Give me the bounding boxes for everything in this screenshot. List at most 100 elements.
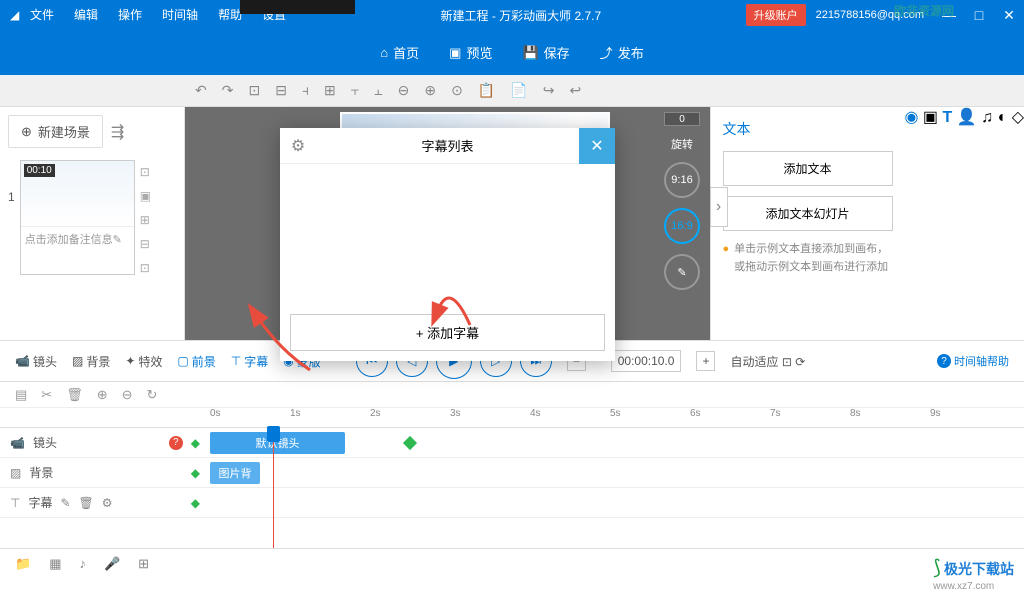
autofit-label[interactable]: 自动适应 ⊡ ⟳ <box>730 353 805 370</box>
menu-timeline[interactable]: 时间轴 <box>152 0 208 30</box>
footer-icon[interactable]: 🎤 <box>104 556 120 572</box>
gear-icon[interactable]: ⚙ <box>280 136 316 156</box>
close-button[interactable]: ✕ <box>994 0 1024 30</box>
ratio-169[interactable]: 16:9 <box>664 208 700 244</box>
tl-icon[interactable]: ⊕ <box>97 387 108 403</box>
footer-icon[interactable]: 📁 <box>15 556 31 572</box>
plus-button[interactable]: + <box>696 351 715 371</box>
tool-icon[interactable]: ⊡ <box>248 82 260 99</box>
image-icon[interactable]: ▣ <box>923 109 938 126</box>
side-icon[interactable]: ⊡ <box>140 261 160 275</box>
track-label: 字幕 <box>28 494 52 511</box>
subtitle-tool[interactable]: ⊤字幕 <box>231 353 268 370</box>
warning-icon[interactable]: ? <box>169 436 183 450</box>
tool-icon[interactable]: ⊞ <box>324 82 336 99</box>
side-icon[interactable]: ▣ <box>140 189 160 203</box>
modal-close-button[interactable]: ✕ <box>579 128 615 164</box>
tl-icon[interactable]: ✂ <box>41 387 52 403</box>
side-icon[interactable]: ⊡ <box>140 165 160 179</box>
shot-tool[interactable]: 📹镜头 <box>15 353 57 370</box>
dark-strip <box>240 0 355 14</box>
timeline-ruler[interactable]: 0s 1s 2s 3s 4s 5s 6s 7s 8s 9s <box>0 408 1024 428</box>
scene-number: 1 <box>8 160 15 275</box>
tool-icon[interactable]: ⊖ <box>398 82 410 99</box>
add-text-button[interactable]: 添加文本 <box>723 151 893 186</box>
add-subtitle-button[interactable]: + 添加字幕 <box>290 314 605 351</box>
tl-icon[interactable]: 🗑 <box>66 387 83 403</box>
footer-icon[interactable]: ▦ <box>49 556 61 572</box>
tool-icon[interactable]: ↶ <box>195 82 207 99</box>
modal-title: 字幕列表 <box>316 136 579 155</box>
upgrade-button[interactable]: 升级账户 <box>746 4 806 26</box>
timeline-tracks: 📹 镜头 ? ◆ 默认镜头 ▨ 背景 ◆ 图片背 ⊤ 字幕 ✎ 🗑 ⚙ <box>0 428 1024 548</box>
side-icon[interactable]: ⊟ <box>140 237 160 251</box>
tool-icon[interactable]: ⊙ <box>451 82 463 99</box>
footer-icon[interactable]: ♪ <box>79 556 86 571</box>
chart-icon[interactable]: ◐ <box>998 109 1008 126</box>
add-keyframe[interactable]: ◆ <box>191 466 200 480</box>
bg-tool[interactable]: ▨背景 <box>72 353 110 370</box>
tool-icon[interactable]: ⫟ <box>351 82 359 99</box>
window-title: 新建工程 - 万彩动画大师 2.7.7 <box>296 7 745 24</box>
character-icon[interactable]: 👤 <box>957 109 977 126</box>
text-panel: 文本 添加文本 添加文本幻灯片 ● 单击示例文本直接添加到画布，或拖动示例文本到… <box>710 107 905 340</box>
track-label: 背景 <box>29 464 53 481</box>
expand-handle[interactable]: › <box>710 187 728 227</box>
rotate-value[interactable]: 0 <box>664 112 700 126</box>
scene-duration: 00:10 <box>24 164 55 177</box>
publish-button[interactable]: ⤴发布 <box>600 43 644 62</box>
rotate-label: 旋转 <box>671 136 693 152</box>
tool-icon[interactable]: ⊕ <box>424 82 436 99</box>
panel-title: 文本 <box>723 119 893 139</box>
new-scene-button[interactable]: ⊕ 新建场景 <box>8 115 103 148</box>
camera-icon: 📹 <box>10 436 25 450</box>
time-display[interactable]: 00:00:10.0 <box>611 350 682 372</box>
keyframe[interactable] <box>403 436 417 450</box>
fx-tool[interactable]: ✦特效 <box>125 353 162 370</box>
tool-icon[interactable]: ↩ <box>569 82 581 99</box>
tl-icon[interactable]: ↻ <box>147 387 158 403</box>
list-icon[interactable]: ⇶ <box>111 122 124 142</box>
shape-icon[interactable]: ◇ <box>1012 109 1024 126</box>
gear-icon[interactable]: ⚙ <box>102 496 113 510</box>
hint-text: ● 单击示例文本直接添加到画布，或拖动示例文本到画布进行添加 <box>723 241 893 276</box>
preview-button[interactable]: ▣预览 <box>449 43 492 62</box>
text-icon[interactable]: T <box>943 109 953 126</box>
home-button[interactable]: ⌂首页 <box>380 43 419 62</box>
tool-icon[interactable]: ⫠ <box>374 82 382 99</box>
source-watermark: 欧非资源网 <box>894 2 954 19</box>
add-text-slide-button[interactable]: 添加文本幻灯片 <box>723 196 893 231</box>
playhead[interactable] <box>273 428 274 548</box>
delete-icon[interactable]: 🗑 <box>79 496 94 510</box>
tool-icon[interactable]: 📋 <box>478 82 495 99</box>
music-icon[interactable]: ♫ <box>981 109 993 126</box>
scene-note[interactable]: 点击添加备注信息✎ <box>21 226 134 251</box>
edit-icon[interactable]: ✎ <box>60 496 70 510</box>
fg-tool[interactable]: ▢前景 <box>177 353 215 370</box>
footer-icon[interactable]: ⊞ <box>138 556 149 572</box>
side-icon[interactable]: ⊞ <box>140 213 160 227</box>
site-watermark: ⟆ 极光下载站 www.xz7.com <box>933 555 1014 592</box>
standard-icon[interactable]: ◉ <box>905 109 919 126</box>
add-keyframe[interactable]: ◆ <box>191 436 200 450</box>
ratio-916[interactable]: 9:16 <box>664 162 700 198</box>
scene-thumbnail[interactable]: 1 00:10 点击添加备注信息✎ ⊡ ▣ ⊞ ⊟ ⊡ <box>8 160 176 275</box>
add-keyframe[interactable]: ◆ <box>191 496 200 510</box>
edit-icon[interactable]: ✎ <box>664 254 700 290</box>
tool-icon[interactable]: 📄 <box>510 82 527 99</box>
menu-action[interactable]: 操作 <box>108 0 152 30</box>
menu-edit[interactable]: 编辑 <box>64 0 108 30</box>
tool-icon[interactable]: ⫞ <box>302 82 309 99</box>
save-button[interactable]: 💾保存 <box>522 43 569 62</box>
tool-icon[interactable]: ↪ <box>543 82 555 99</box>
tool-icon[interactable]: ↷ <box>222 82 234 99</box>
menu-file[interactable]: 文件 <box>20 0 64 30</box>
save-icon: 💾 <box>522 45 538 61</box>
tl-icon[interactable]: ⊖ <box>122 387 133 403</box>
maximize-button[interactable]: □ <box>964 0 994 30</box>
tool-icon[interactable]: ⊟ <box>275 82 287 99</box>
tl-icon[interactable]: ▤ <box>15 387 27 403</box>
timeline-help[interactable]: ? 时间轴帮助 <box>937 353 1009 369</box>
edit-toolbar: ↶ ↷ ⊡ ⊟ ⫞ ⊞ ⫟ ⫠ ⊖ ⊕ ⊙ 📋 📄 ↪ ↩ <box>0 75 1024 107</box>
bg-clip[interactable]: 图片背 <box>210 462 260 484</box>
